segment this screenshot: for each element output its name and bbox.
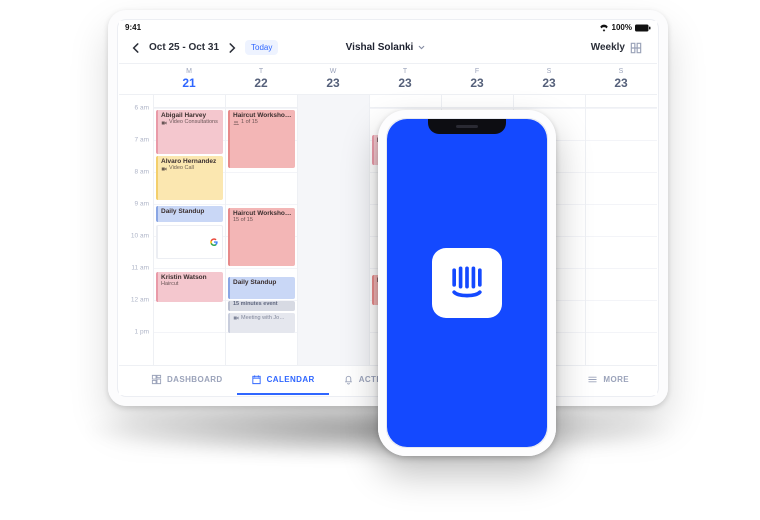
event-alvaro[interactable]: Alvaro Hernandez Video Call [156,156,223,200]
day-column-sun[interactable]: S 23 [585,68,657,90]
view-mode-label: Weekly [591,42,625,53]
status-time: 9:41 [125,23,141,32]
day-number: 23 [441,76,513,90]
status-bar: 9:41 100% [119,21,657,32]
next-week-button[interactable] [225,41,239,55]
dow-label: T [225,68,297,75]
day-number: 23 [513,76,585,90]
time-label: 6 am [135,105,149,112]
time-label: 12 am [131,297,149,304]
event-sub: Video Consultations [169,119,218,125]
today-button[interactable]: Today [245,40,278,55]
day-body-mon[interactable]: Abigail Harvey Video Consultations Alvar… [153,95,225,369]
event-abigail[interactable]: Abigail Harvey Video Consultations [156,110,223,154]
day-column-mon[interactable]: M 21 [153,68,225,90]
event-title: Abigail Harvey [161,112,220,119]
day-column-thu[interactable]: T 23 [369,68,441,90]
tab-more[interactable]: MORE [573,366,643,395]
time-gutter: 6 am 7 am 8 am 9 am 10 am 11 am 12 am 1 … [119,95,153,369]
event-standup-tue[interactable]: Daily Standup [228,277,295,299]
day-column-fri[interactable]: F 23 [441,68,513,90]
camera-icon [233,315,239,321]
time-label: 1 pm [135,329,149,336]
event-kristin[interactable]: Kristin Watson Haircut [156,272,223,302]
user-selector-label: Vishal Solanki [346,42,414,53]
event-meeting[interactable]: Meeting with Jo… [228,313,295,333]
prev-week-button[interactable] [129,41,143,55]
users-icon [233,120,239,126]
event-sub: Haircut [161,281,178,287]
phone-frame [378,110,556,456]
time-label: 9 am [135,201,149,208]
dow-label: F [441,68,513,75]
event-title: Daily Standup [161,208,220,215]
day-number: 23 [585,76,657,90]
tab-label: CALENDAR [267,375,315,384]
day-column-sat[interactable]: S 23 [513,68,585,90]
day-number: 23 [297,76,369,90]
day-column-wed[interactable]: W 23 [297,68,369,90]
day-body-sun[interactable] [585,95,657,369]
calendar-header: Oct 25 - Oct 31 Today Vishal Solanki Wee… [119,32,657,64]
event-title: Haircut Workshops [233,112,292,119]
grid-view-icon [629,41,643,55]
event-workshops-2[interactable]: Haircut Workshops 15 of 15 [228,208,295,266]
google-icon [210,238,218,246]
event-google[interactable] [156,225,223,259]
phone-screen [387,119,547,447]
event-sub: Video Call [169,165,194,171]
tab-calendar[interactable]: CALENDAR [237,366,329,395]
event-title: Kristin Watson [161,274,220,281]
dow-label: W [297,68,369,75]
dow-label: M [153,68,225,75]
day-number: 22 [225,76,297,90]
day-number: 23 [369,76,441,90]
day-number: 21 [153,76,225,90]
day-body-tue[interactable]: Haircut Workshops 1 of 15 Haircut Worksh… [225,95,297,369]
tab-label: MORE [603,375,629,384]
time-label: 10 am [131,233,149,240]
dow-label: S [585,68,657,75]
date-range-label: Oct 25 - Oct 31 [149,42,219,53]
user-selector[interactable]: Vishal Solanki [346,42,427,53]
time-label: 8 am [135,169,149,176]
event-15min[interactable]: 15 minutes event [228,301,295,311]
event-title: Haircut Workshops [233,210,292,217]
dashboard-icon [151,374,162,385]
weekday-header: M 21 T 22 W 23 T 23 F 23 S 23 [119,64,657,95]
chevron-down-icon [417,43,426,52]
wifi-icon [599,24,609,32]
event-standup-mon[interactable]: Daily Standup [156,206,223,222]
event-sub: 1 of 15 [241,119,258,125]
menu-icon [587,374,598,385]
status-battery-percent: 100% [612,23,632,32]
day-body-wed[interactable] [297,95,369,369]
event-title: Meeting with Jo… [241,315,285,321]
bell-icon [343,374,354,385]
event-title: 15 minutes event [233,301,292,307]
tab-dashboard[interactable]: DASHBOARD [137,366,237,395]
battery-icon [635,24,651,32]
event-title: Daily Standup [233,279,292,286]
phone-notch [428,119,506,134]
event-workshops-1[interactable]: Haircut Workshops 1 of 15 [228,110,295,168]
tab-label: DASHBOARD [167,375,223,384]
view-mode-toggle[interactable]: Weekly [591,41,643,55]
event-title: Alvaro Hernandez [161,158,220,165]
time-label: 7 am [135,137,149,144]
time-label: 11 am [131,265,149,272]
calendar-icon [251,374,262,385]
dow-label: T [369,68,441,75]
camera-icon [161,166,167,172]
day-column-tue[interactable]: T 22 [225,68,297,90]
event-sub: 15 of 15 [233,217,253,223]
dow-label: S [513,68,585,75]
app-logo [432,248,502,318]
camera-icon [161,120,167,126]
